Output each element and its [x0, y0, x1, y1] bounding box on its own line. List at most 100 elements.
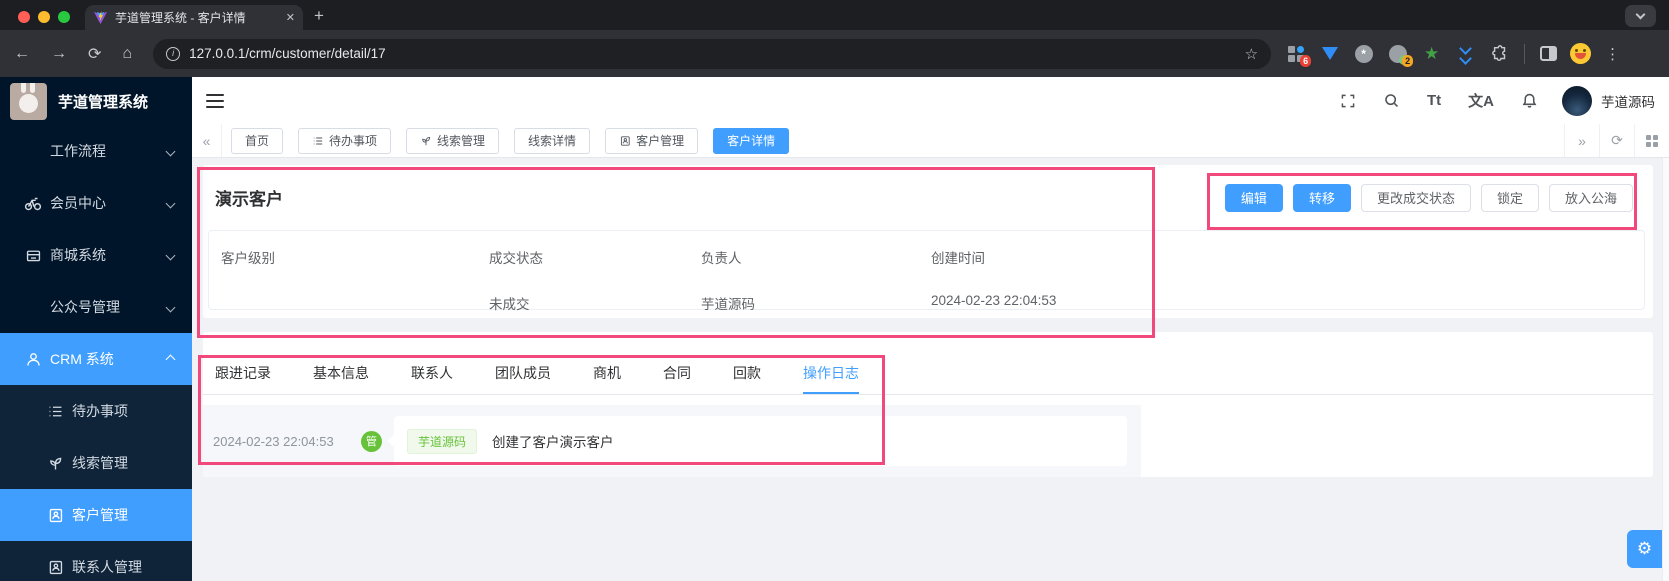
tab-operation-log[interactable]: 操作日志 — [803, 363, 859, 394]
tab-team-members[interactable]: 团队成员 — [495, 363, 551, 394]
minimize-window-button[interactable] — [38, 11, 50, 23]
user-avatar[interactable] — [1562, 85, 1592, 116]
profile-avatar[interactable] — [1570, 43, 1592, 64]
translate-icon[interactable]: 文A — [1468, 90, 1494, 111]
bell-icon[interactable] — [1521, 92, 1538, 109]
change-deal-status-button[interactable]: 更改成交状态 — [1360, 183, 1471, 212]
split-screen-icon[interactable] — [1540, 46, 1558, 61]
url-text[interactable]: 127.0.0.1/crm/customer/detail/17 — [189, 46, 1236, 61]
sidebar-item-crm[interactable]: CRM 系统 — [0, 333, 192, 385]
tag-label: 首页 — [245, 134, 270, 148]
seedling-icon — [46, 454, 64, 472]
tag-label: 待办事项 — [329, 134, 378, 148]
tag-clue[interactable]: 线索管理 — [406, 127, 500, 154]
chevron-down-icon — [165, 250, 176, 260]
main-content: 演示客户 编辑 转移 更改成交状态 锁定 放入公海 客户级别 成交状态 负责人 … — [192, 158, 1669, 581]
settings-drawer-button[interactable]: ⚙ — [1627, 530, 1662, 568]
tag-label: 客户详情 — [727, 134, 776, 148]
tab-close-icon[interactable]: ✕ — [286, 11, 295, 24]
tag-todo[interactable]: 待办事项 — [298, 127, 392, 154]
font-size-icon[interactable]: Tt — [1427, 92, 1441, 109]
browser-menu-icon[interactable]: ⋮ — [1605, 45, 1620, 63]
tab-receivables[interactable]: 回款 — [733, 363, 761, 394]
tags-scroll-right-icon[interactable]: » — [1564, 124, 1599, 157]
browser-tab[interactable]: 芋道管理系统 - 客户详情 ✕ — [85, 5, 303, 30]
field-value — [221, 293, 489, 313]
transfer-button[interactable]: 转移 — [1292, 183, 1351, 212]
sidebar-item-label: 会员中心 — [50, 195, 106, 211]
move-to-pool-button[interactable]: 放入公海 — [1548, 183, 1633, 212]
admin-badge: 管 — [361, 430, 382, 452]
tab-contacts[interactable]: 联系人 — [411, 363, 453, 394]
lock-button[interactable]: 锁定 — [1480, 183, 1539, 212]
home-icon[interactable]: ⌂ — [122, 45, 132, 63]
sidebar-item-label: 公众号管理 — [50, 299, 120, 315]
tab-basic-info[interactable]: 基本信息 — [313, 363, 369, 394]
extension-star-icon[interactable]: ★ — [1422, 44, 1441, 63]
tag-customer-detail[interactable]: 客户详情 — [713, 127, 790, 154]
tags-scroll-left-icon[interactable]: « — [192, 124, 222, 157]
sidebar-menu: 工作流程 会员中心 商城系统 公众号管理 CRM 系统 待办事项 线索管理 客户… — [0, 125, 192, 581]
sidebar-item-member-center[interactable]: 会员中心 — [0, 177, 192, 229]
grid-glyph — [1646, 134, 1658, 147]
address-bar[interactable]: i 127.0.0.1/crm/customer/detail/17 ☆ — [153, 38, 1272, 69]
field-label: 负责人 — [701, 251, 742, 266]
tab-business[interactable]: 商机 — [593, 363, 621, 394]
tags-menu-icon[interactable] — [1634, 124, 1669, 157]
tag-customer[interactable]: 客户管理 — [605, 127, 699, 154]
sidebar-item-mall[interactable]: 商城系统 — [0, 229, 192, 281]
contact-book-icon — [46, 506, 64, 524]
customer-header-row: 演示客户 编辑 转移 更改成交状态 锁定 放入公海 — [203, 165, 1653, 230]
back-icon[interactable]: ← — [14, 45, 30, 63]
sidebar-item-official-account[interactable]: 公众号管理 — [0, 281, 192, 333]
scrollbar-track[interactable] — [1662, 158, 1669, 581]
extension-badge: 2 — [1402, 55, 1414, 67]
extension-account-icon[interactable]: 2 — [1388, 44, 1414, 67]
sidebar-item-workflow[interactable]: 工作流程 — [0, 125, 192, 177]
close-window-button[interactable] — [18, 11, 30, 23]
layers-glyph — [1459, 42, 1472, 65]
tab-follow-records[interactable]: 跟进记录 — [215, 363, 271, 394]
reload-icon[interactable]: ⟳ — [88, 44, 101, 64]
extensions-puzzle-icon[interactable] — [1490, 44, 1509, 63]
circle-glyph: * — [1354, 44, 1373, 63]
bookmark-star-icon[interactable]: ☆ — [1245, 45, 1258, 63]
sidebar-item-label: 客户管理 — [72, 507, 128, 523]
forward-icon[interactable]: → — [51, 45, 67, 63]
contact-book-icon — [621, 135, 630, 146]
extension-circle-icon[interactable]: * — [1354, 44, 1373, 63]
sidebar-item-label: 商城系统 — [50, 247, 106, 263]
operator-tag: 芋道源码 — [407, 428, 478, 454]
sidebar-item-customer[interactable]: 客户管理 — [0, 489, 192, 541]
brand: 芋道管理系统 — [0, 77, 192, 125]
fullscreen-icon[interactable] — [1340, 93, 1356, 109]
tags-refresh-icon[interactable]: ⟳ — [1599, 124, 1634, 157]
seedling-icon — [422, 136, 431, 145]
edit-button[interactable]: 编辑 — [1224, 183, 1283, 212]
sidebar-item-todo[interactable]: 待办事项 — [0, 385, 192, 437]
zoom-window-button[interactable] — [58, 11, 70, 23]
sidebar-item-label: 联系人管理 — [72, 559, 142, 575]
extension-layers-icon[interactable] — [1456, 42, 1475, 65]
sidebar-item-clue[interactable]: 线索管理 — [0, 437, 192, 489]
log-bubble: 芋道源码 创建了客户演示客户 — [394, 416, 1127, 466]
bicycle-icon — [24, 194, 42, 212]
tag-clue-detail[interactable]: 线索详情 — [514, 127, 591, 154]
extension-grid-icon[interactable]: 6 — [1286, 44, 1312, 67]
extension-gem-icon[interactable] — [1320, 44, 1339, 63]
field-label: 成交状态 — [489, 251, 543, 266]
browser-chrome: 芋道管理系统 - 客户详情 ✕ + ← → ⟳ ⌂ i 127.0.0.1/cr… — [0, 0, 1669, 77]
tab-contracts[interactable]: 合同 — [663, 363, 691, 394]
collapse-menu-icon[interactable] — [206, 93, 224, 108]
search-icon[interactable] — [1383, 92, 1400, 109]
sidebar-item-contact[interactable]: 联系人管理 — [0, 541, 192, 581]
star-glyph: ★ — [1423, 44, 1440, 63]
tag-home[interactable]: 首页 — [231, 127, 284, 154]
toolbar-divider — [1524, 43, 1526, 64]
tab-search-button[interactable] — [1625, 5, 1656, 27]
extension-badge: 6 — [1300, 55, 1312, 67]
tag-label: 线索详情 — [528, 134, 577, 148]
detail-tabs: 跟进记录 基本信息 联系人 团队成员 商机 合同 回款 操作日志 — [203, 332, 1653, 395]
new-tab-button[interactable]: + — [314, 4, 324, 28]
site-info-icon[interactable]: i — [166, 46, 181, 61]
